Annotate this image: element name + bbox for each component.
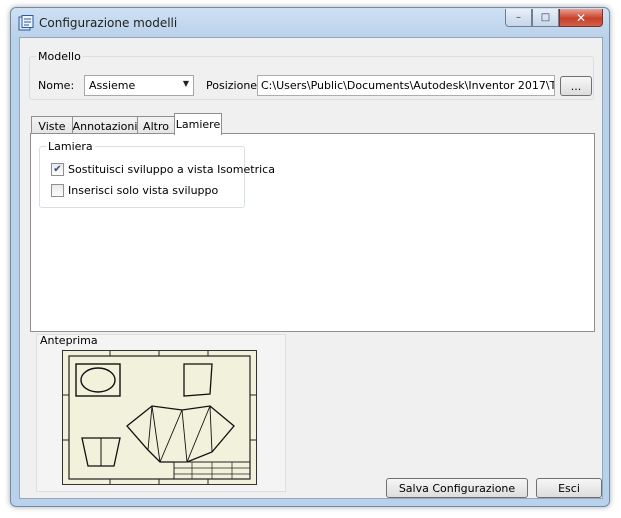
tab-viste-label: Viste bbox=[38, 119, 66, 133]
tab-lamiere[interactable]: Lamiere bbox=[174, 113, 222, 135]
lamiere-tab-panel: Lamiera ✔ Sostituisci sviluppo a vista I… bbox=[30, 133, 595, 332]
inserisci-sviluppo-label: Inserisci solo vista sviluppo bbox=[68, 184, 219, 197]
exit-button-label: Esci bbox=[558, 481, 580, 495]
exit-button[interactable]: Esci bbox=[536, 478, 602, 498]
inserisci-sviluppo-option[interactable]: Inserisci solo vista sviluppo bbox=[51, 184, 218, 197]
anteprima-legend: Anteprima bbox=[40, 334, 98, 347]
app-template-icon bbox=[18, 15, 34, 31]
browse-button[interactable]: ... bbox=[560, 76, 592, 96]
nome-value: Assieme bbox=[89, 79, 136, 92]
close-icon: ✕ bbox=[575, 10, 587, 25]
anteprima-panel: Anteprima bbox=[36, 334, 286, 492]
posizione-field[interactable]: C:\Users\Public\Documents\Autodesk\Inven… bbox=[257, 75, 555, 96]
nome-label: Nome: bbox=[38, 79, 75, 92]
caption-buttons: – □ ✕ bbox=[505, 9, 603, 27]
sheet-metal-preview-image bbox=[62, 350, 257, 485]
tab-lamiere-label: Lamiere bbox=[175, 118, 221, 131]
close-button[interactable]: ✕ bbox=[559, 9, 603, 27]
save-configuration-button[interactable]: Salva Configurazione bbox=[386, 478, 528, 498]
sostituisci-sviluppo-checkbox[interactable]: ✔ bbox=[51, 163, 64, 176]
checkmark-icon: ✔ bbox=[53, 164, 62, 175]
sostituisci-sviluppo-option[interactable]: ✔ Sostituisci sviluppo a vista Isometric… bbox=[51, 163, 275, 176]
maximize-icon: □ bbox=[540, 12, 551, 23]
minimize-button[interactable]: – bbox=[505, 9, 532, 27]
dialog-client-area: Modello Nome: Assieme ▼ Posizione: C:\Us… bbox=[19, 37, 603, 499]
save-configuration-label: Salva Configurazione bbox=[398, 481, 516, 495]
maximize-button[interactable]: □ bbox=[532, 9, 559, 27]
nome-dropdown[interactable]: Assieme ▼ bbox=[84, 75, 194, 96]
inserisci-sviluppo-checkbox[interactable] bbox=[51, 184, 64, 197]
modello-legend: Modello bbox=[36, 50, 83, 63]
tab-annotazioni-label: Annotazioni bbox=[72, 119, 138, 133]
sostituisci-sviluppo-label: Sostituisci sviluppo a vista Isometrica bbox=[68, 163, 275, 176]
dialog-window: Configurazione modelli – □ ✕ Modello Nom… bbox=[10, 7, 610, 507]
posizione-value: C:\Users\Public\Documents\Autodesk\Inven… bbox=[261, 79, 555, 92]
lamiera-legend: Lamiera bbox=[46, 140, 95, 153]
lamiera-group: Lamiera bbox=[39, 140, 245, 208]
chevron-down-icon: ▼ bbox=[182, 79, 189, 88]
minimize-icon: – bbox=[516, 12, 521, 23]
browse-button-label: ... bbox=[570, 79, 582, 93]
tab-altro-label: Altro bbox=[143, 119, 169, 133]
window-title: Configurazione modelli bbox=[39, 16, 178, 30]
title-bar[interactable]: Configurazione modelli – □ ✕ bbox=[11, 8, 609, 37]
posizione-label: Posizione: bbox=[206, 79, 261, 92]
